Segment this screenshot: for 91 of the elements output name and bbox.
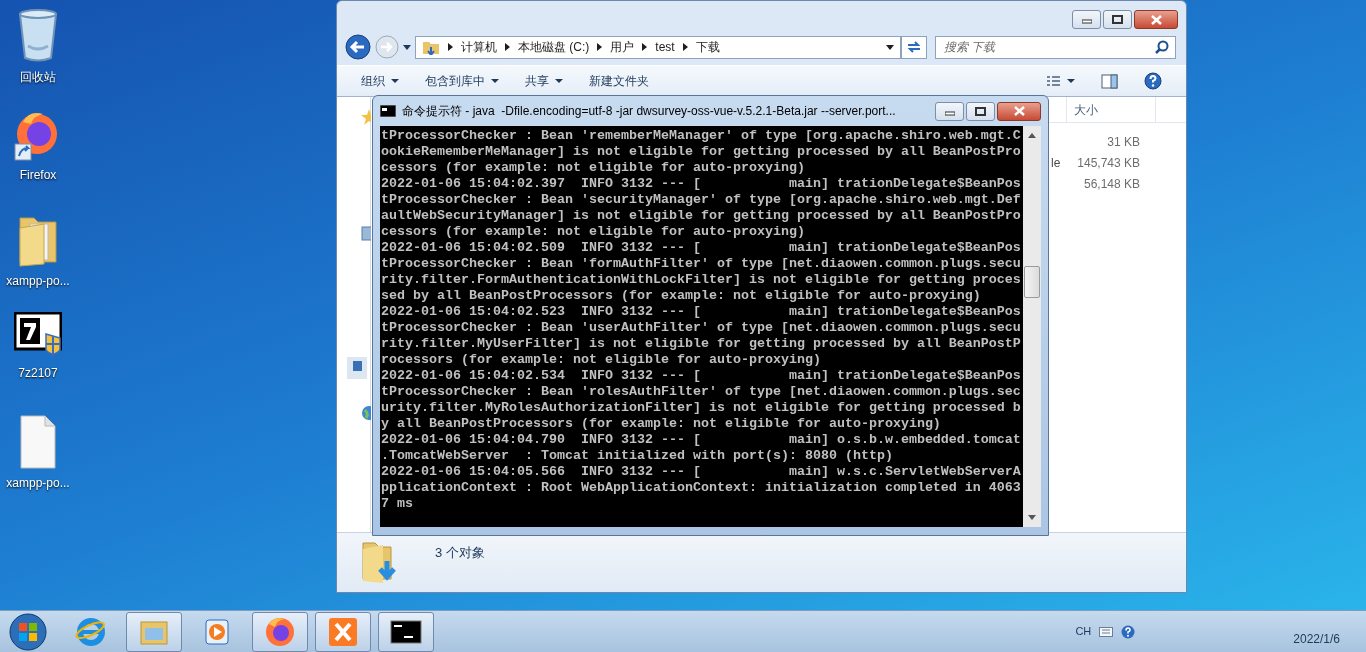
console-line: cessors (for example: not eligible for auto-proxying) bbox=[381, 224, 806, 240]
breadcrumb-item[interactable]: 本地磁盘 (C:) bbox=[518, 38, 590, 56]
console-line: tProcessorChecker : Bean 'formAuthFilter' of type [net.diaowen.common.plugs.secu bbox=[381, 256, 1022, 272]
desktop-icon-label[interactable]: xampp-po... bbox=[6, 474, 70, 492]
console-line: pplicationContext : Root WebApplicationContext: initialization completed in 4063 bbox=[381, 480, 1022, 496]
refresh-icon bbox=[906, 39, 922, 55]
file-size: 56,148 KB bbox=[1082, 175, 1140, 193]
breadcrumb-item[interactable]: 计算机 bbox=[461, 38, 497, 56]
downloads-folder-icon bbox=[361, 539, 397, 585]
console-line: ookieRememberMeManager] is not eligible for getting processed by all BeanPostPro bbox=[381, 144, 1022, 160]
chevron-icon[interactable] bbox=[642, 43, 648, 51]
refresh-button[interactable] bbox=[901, 35, 927, 59]
firefox-icon bbox=[264, 615, 296, 648]
window-title: 命令提示符 - java -Dfile.encoding=utf-8 -jar dwsurvey-oss-vue-v.5.2.1-Beta.jar --server.port... bbox=[402, 103, 897, 120]
desktop-icon-label[interactable]: 7z2107 bbox=[18, 364, 58, 382]
browser-icon bbox=[75, 615, 107, 648]
search-icon bbox=[1155, 40, 1169, 54]
search-field[interactable]: 搜索 下载 bbox=[935, 35, 1176, 59]
caret-icon bbox=[1067, 79, 1075, 83]
star-icon[interactable] bbox=[361, 109, 371, 125]
chevron-icon[interactable] bbox=[505, 43, 510, 51]
file-size: 31 KB bbox=[1106, 133, 1140, 151]
address-bar[interactable]: 计算机 本地磁盘 (C:) 用户 test 下载 bbox=[415, 35, 901, 59]
console-line: cessors (for example: not eligible for auto-proxying) bbox=[381, 160, 806, 176]
close-icon bbox=[1013, 106, 1025, 116]
forward-icon bbox=[375, 35, 399, 59]
console-line: rity.filter.FormAuthenticationWithLockFilter] is not eligible for getting proces bbox=[381, 272, 1022, 288]
desktop-icon-label[interactable]: 回收站 bbox=[20, 68, 56, 86]
column-header[interactable]: 大小 bbox=[1066, 97, 1156, 122]
console-line: 2022-01-06 15:04:04.790 INFO 3132 --- [ main] o.s.b.w.embedded.tomcat bbox=[381, 432, 1022, 448]
item-count: 3 个对象 bbox=[435, 544, 485, 562]
close-button[interactable] bbox=[997, 101, 1041, 121]
chevron-icon[interactable] bbox=[448, 43, 453, 51]
toolbar-button[interactable]: 组织 bbox=[351, 70, 409, 92]
console-icon bbox=[380, 105, 396, 117]
caret-icon bbox=[391, 79, 399, 83]
console-line: rocessors (for example: not eligible for auto-proxying) bbox=[381, 352, 822, 368]
console-line: tProcessorChecker : Bean 'userAuthFilter' of type [net.diaowen.common.plugs.secu bbox=[381, 320, 1022, 336]
back-button[interactable] bbox=[345, 34, 371, 60]
console-line: aultWebSecurityManager] is not eligible for getting processed by all BeanPostPro bbox=[381, 208, 1022, 224]
clock-date[interactable]: 2022/1/6 bbox=[1293, 615, 1340, 648]
maximize-icon bbox=[1112, 15, 1123, 24]
console-line: .TomcatWebServer : Tomcat initialized with port(s): 8080 (http) bbox=[381, 448, 894, 464]
list-view-icon bbox=[1046, 75, 1061, 87]
dropdown-icon[interactable] bbox=[886, 44, 894, 50]
toolbar-button[interactable]: 包含到库中 bbox=[415, 70, 509, 92]
toolbar-button[interactable]: 共享 bbox=[515, 70, 573, 92]
console-line: 2022-01-06 15:04:05.566 INFO 3132 --- [ main] w.s.c.ServletWebServerA bbox=[381, 464, 1022, 480]
scroll-up-icon[interactable] bbox=[1027, 132, 1037, 139]
help-icon bbox=[1144, 72, 1162, 90]
toolbar-button[interactable]: 新建文件夹 bbox=[579, 70, 659, 92]
maximize-icon bbox=[975, 106, 986, 116]
desktop-icon-label[interactable]: xampp-po... bbox=[6, 272, 70, 290]
maximize-button[interactable] bbox=[1103, 10, 1132, 29]
back-icon bbox=[345, 34, 371, 60]
history-dropdown-icon[interactable] bbox=[403, 44, 411, 50]
caret-icon bbox=[555, 79, 563, 83]
chevron-icon[interactable] bbox=[597, 43, 603, 51]
scrollbar-thumb[interactable] bbox=[1024, 266, 1040, 298]
start-button[interactable] bbox=[9, 612, 47, 651]
console-line: 2022-01-06 15:04:02.523 INFO 3132 --- [ main] trationDelegate$BeanPos bbox=[381, 304, 1022, 320]
keyboard-icon[interactable] bbox=[1099, 626, 1114, 637]
console-line: 7 ms bbox=[381, 496, 414, 512]
breadcrumb-item[interactable]: 用户 bbox=[610, 38, 635, 56]
close-button[interactable] bbox=[1134, 10, 1178, 29]
xampp-icon bbox=[327, 615, 359, 648]
console-line: 2022-01-06 15:04:02.534 INFO 3132 --- [ main] trationDelegate$BeanPos bbox=[381, 368, 1022, 384]
console-line: rity.filter.MyUserFilter] is not eligible for getting processed by all BeanPostP bbox=[381, 336, 1022, 352]
console-line: tProcessorChecker : Bean 'securityManager' of type [org.apache.shiro.web.mgt.Def bbox=[381, 192, 1022, 208]
desktop-icon-label[interactable]: Firefox bbox=[19, 166, 57, 184]
caret-icon bbox=[491, 79, 499, 83]
language-indicator[interactable]: CH bbox=[1075, 623, 1092, 640]
scroll-down-icon[interactable] bbox=[1027, 514, 1037, 521]
chevron-icon[interactable] bbox=[682, 43, 688, 51]
console-line: y all BeanPostProcessors (for example: not eligible for auto-proxying) bbox=[381, 416, 942, 432]
console-line: urity.filter.MyRolesAuthorizationFilter] is not eligible for getting processed b bbox=[381, 400, 1022, 416]
file-size: 145,743 KB bbox=[1076, 154, 1140, 172]
console-line: sed by all BeanPostProcessors (for example: not eligible for auto-proxying) bbox=[381, 288, 982, 304]
preview-pane-icon bbox=[1101, 73, 1118, 89]
help-icon[interactable] bbox=[1121, 624, 1136, 639]
breadcrumb-item[interactable]: 下载 bbox=[695, 38, 720, 56]
console-line: 2022-01-06 15:04:02.509 INFO 3132 --- [ main] trationDelegate$BeanPos bbox=[381, 240, 1022, 256]
console-line: tProcessorChecker : Bean 'rolesAuthFilter' of type [net.diaowen.common.plugs.sec bbox=[381, 384, 1022, 400]
taskbar-button[interactable] bbox=[378, 611, 434, 652]
console-line: tProcessorChecker : Bean 'rememberMeManager' of type [org.apache.shiro.web.mgt.C bbox=[381, 128, 1022, 144]
file-name: le bbox=[1050, 154, 1062, 172]
breadcrumb-item[interactable]: test bbox=[655, 38, 675, 56]
console-line: 2022-01-06 15:04:02.397 INFO 3132 --- [ main] trationDelegate$BeanPos bbox=[381, 176, 1022, 192]
folder-icon bbox=[422, 39, 440, 55]
maximize-button[interactable] bbox=[966, 101, 995, 121]
close-icon bbox=[1150, 14, 1162, 25]
